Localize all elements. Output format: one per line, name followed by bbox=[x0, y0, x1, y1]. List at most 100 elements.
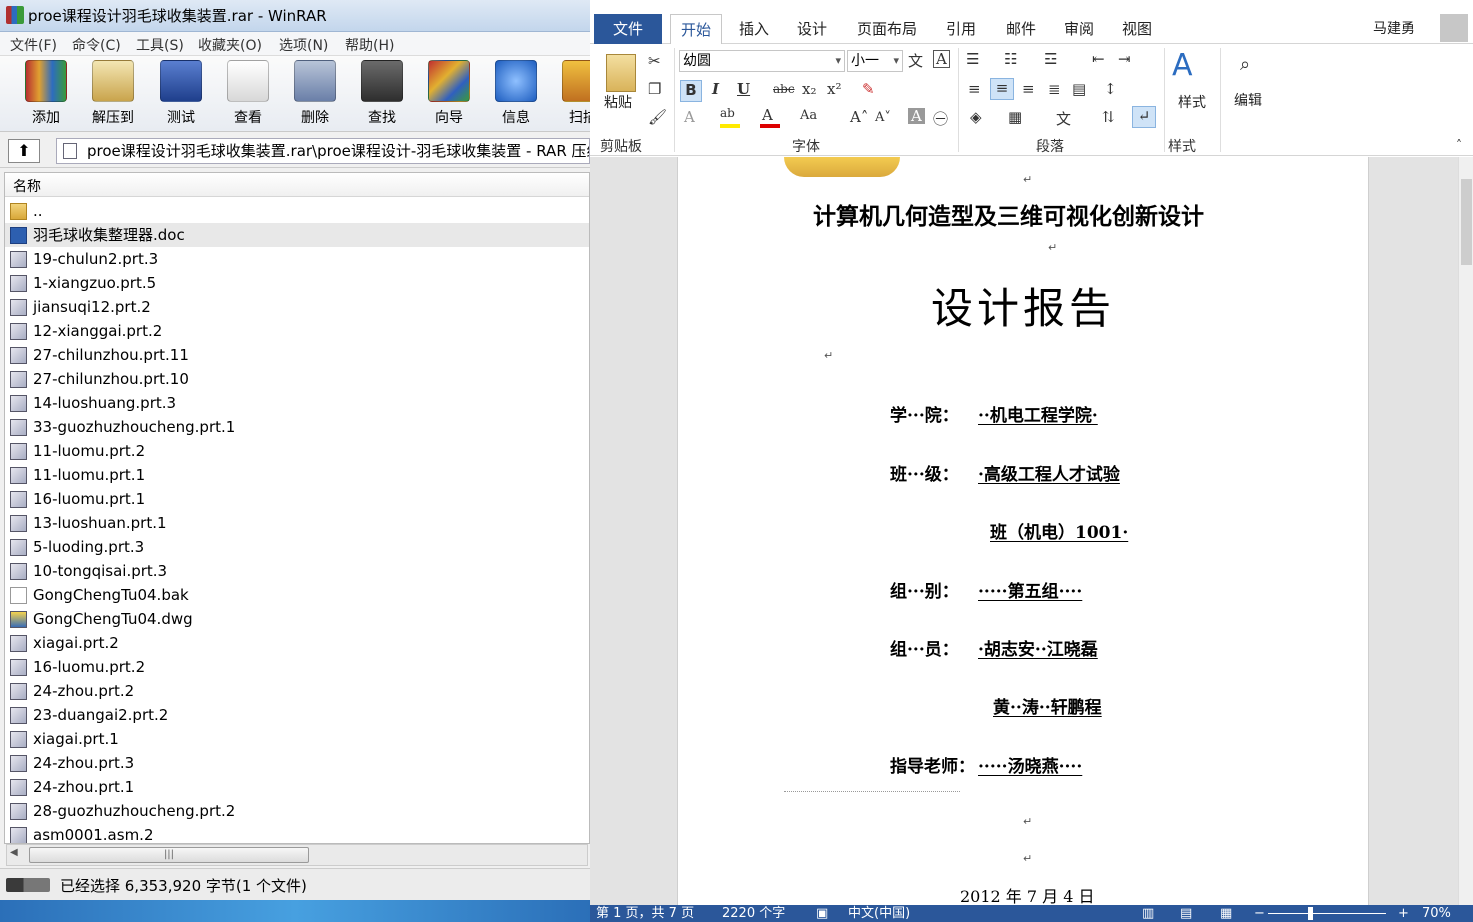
strikethrough-icon[interactable]: abc bbox=[773, 82, 795, 96]
menu-favorites[interactable]: 收藏夹(O) bbox=[198, 35, 262, 55]
font-name-combo[interactable]: 幼圆 bbox=[679, 50, 845, 72]
shading-icon[interactable]: ◈ bbox=[970, 108, 982, 126]
file-list-item[interactable]: xiagai.prt.2 bbox=[5, 631, 589, 655]
highlight-icon[interactable]: ab bbox=[720, 106, 735, 120]
file-list-item[interactable]: 24-zhou.prt.3 bbox=[5, 751, 589, 775]
document-page[interactable]: ↵ 计算机几何造型及三维可视化创新设计 ↵ 设计报告 ↵ 学···院： ··机电… bbox=[677, 157, 1369, 906]
file-list-item[interactable]: 1-xiangzuo.prt.5 bbox=[5, 271, 589, 295]
tab-insert[interactable]: 插入 bbox=[739, 18, 769, 39]
superscript-icon[interactable]: x² bbox=[827, 80, 841, 98]
clear-formatting-icon[interactable]: ✎ bbox=[862, 80, 875, 98]
zoom-in-icon[interactable]: + bbox=[1398, 905, 1409, 922]
file-list-item[interactable]: asm0001.asm.2 bbox=[5, 823, 589, 843]
file-list-item[interactable]: 19-chulun2.prt.3 bbox=[5, 247, 589, 271]
distributed-icon[interactable]: ▤ bbox=[1072, 80, 1086, 98]
phonetic-guide-icon[interactable]: 文 bbox=[908, 50, 923, 71]
decrease-indent-icon[interactable]: ⇤ bbox=[1092, 50, 1105, 68]
find-button[interactable]: 查找 bbox=[351, 60, 413, 128]
file-list-item[interactable]: jiansuqi12.prt.2 bbox=[5, 295, 589, 319]
file-list-item[interactable]: 羽毛球收集整理器.doc bbox=[5, 223, 589, 247]
page-count[interactable]: 第 1 页，共 7 页 bbox=[596, 905, 694, 922]
tab-design[interactable]: 设计 bbox=[797, 18, 827, 39]
tab-home[interactable]: 开始 bbox=[670, 14, 723, 45]
file-list-item[interactable]: xiagai.prt.1 bbox=[5, 727, 589, 751]
menu-command[interactable]: 命令(C) bbox=[72, 35, 121, 55]
web-layout-icon[interactable]: ▦ bbox=[1220, 905, 1232, 922]
file-list-item[interactable]: 11-luomu.prt.2 bbox=[5, 439, 589, 463]
menu-file[interactable]: 文件(F) bbox=[10, 35, 57, 55]
tab-view[interactable]: 视图 bbox=[1122, 18, 1152, 39]
font-size-combo[interactable]: 小一 bbox=[847, 50, 903, 72]
line-spacing-icon[interactable]: ↕ bbox=[1104, 80, 1117, 98]
italic-icon[interactable]: I bbox=[712, 80, 719, 98]
delete-button[interactable]: 删除 bbox=[284, 60, 346, 128]
grow-font-icon[interactable]: A˄ bbox=[850, 108, 868, 126]
scrollbar-thumb[interactable] bbox=[1461, 179, 1472, 265]
file-list-item[interactable]: 12-xianggai.prt.2 bbox=[5, 319, 589, 343]
file-list[interactable]: 名称 .. 羽毛球收集整理器.doc 19-chulun2.prt.3 1-xiang… bbox=[4, 172, 590, 844]
increase-indent-icon[interactable]: ⇥ bbox=[1118, 50, 1131, 68]
file-list-item[interactable]: 28-guozhuzhoucheng.prt.2 bbox=[5, 799, 589, 823]
test-button[interactable]: 测试 bbox=[150, 60, 212, 128]
numbering-icon[interactable]: ☷ bbox=[1004, 50, 1017, 68]
file-list-item[interactable]: 10-tongqisai.prt.3 bbox=[5, 559, 589, 583]
scroll-left-icon[interactable]: ◀ bbox=[10, 847, 18, 858]
up-folder-button[interactable]: ⬆ bbox=[8, 139, 40, 163]
menu-tools[interactable]: 工具(S) bbox=[136, 35, 184, 55]
file-list-item[interactable]: 24-zhou.prt.1 bbox=[5, 775, 589, 799]
paste-icon[interactable] bbox=[606, 54, 636, 92]
shrink-font-icon[interactable]: A˅ bbox=[875, 110, 891, 125]
view-button[interactable]: 查看 bbox=[217, 60, 279, 128]
word-count[interactable]: 2220 个字 bbox=[722, 905, 785, 922]
info-button[interactable]: 信息 bbox=[485, 60, 547, 128]
read-mode-icon[interactable]: ▥ bbox=[1142, 905, 1154, 922]
file-list-item[interactable]: 5-luoding.prt.3 bbox=[5, 535, 589, 559]
show-marks-icon[interactable]: ↵ bbox=[1132, 106, 1156, 128]
font-color-icon[interactable]: A bbox=[762, 106, 773, 124]
multilevel-list-icon[interactable]: ☲ bbox=[1044, 50, 1057, 68]
add-button[interactable]: 添加 bbox=[15, 60, 77, 128]
proofing-icon[interactable]: ▣ bbox=[816, 905, 828, 922]
align-left-icon[interactable]: ≡ bbox=[968, 80, 981, 98]
extract-to-button[interactable]: 解压到 bbox=[82, 60, 144, 128]
tab-references[interactable]: 引用 bbox=[946, 18, 976, 39]
change-case-icon[interactable]: Aa bbox=[800, 108, 817, 123]
sort-icon[interactable]: ⇅ bbox=[1102, 108, 1115, 126]
file-list-item[interactable]: 23-duangai2.prt.2 bbox=[5, 703, 589, 727]
horizontal-scrollbar[interactable]: ◀ ||| bbox=[6, 844, 588, 866]
word-title-bar[interactable] bbox=[590, 0, 1473, 10]
copy-icon[interactable]: ❐ bbox=[648, 80, 661, 98]
scan-button[interactable]: 扫描 bbox=[552, 60, 590, 128]
zoom-level[interactable]: 70% bbox=[1422, 905, 1451, 922]
file-list-item[interactable]: 24-zhou.prt.2 bbox=[5, 679, 589, 703]
collapse-ribbon-icon[interactable]: ˄ bbox=[1456, 138, 1462, 152]
file-list-item[interactable]: 27-chilunzhou.prt.11 bbox=[5, 343, 589, 367]
char-border-icon[interactable]: A bbox=[933, 50, 950, 68]
find-binoculars-icon[interactable]: ⌕ bbox=[1240, 54, 1250, 75]
text-effects-icon[interactable]: A bbox=[684, 108, 695, 126]
tab-mailings[interactable]: 邮件 bbox=[1006, 18, 1036, 39]
zoom-out-icon[interactable]: − bbox=[1254, 905, 1265, 922]
language[interactable]: 中文(中国) bbox=[848, 905, 910, 922]
file-list-item[interactable]: 27-chilunzhou.prt.10 bbox=[5, 367, 589, 391]
name-column-header[interactable]: 名称 bbox=[5, 173, 589, 197]
file-list-item[interactable]: GongChengTu04.bak bbox=[5, 583, 589, 607]
subscript-icon[interactable]: x₂ bbox=[802, 80, 816, 98]
bold-icon[interactable]: B bbox=[680, 80, 702, 102]
chinese-layout-icon[interactable]: 文 bbox=[1056, 108, 1071, 129]
vertical-scrollbar[interactable] bbox=[1458, 157, 1473, 905]
file-list-item[interactable]: GongChengTu04.dwg bbox=[5, 607, 589, 631]
enclose-char-icon[interactable]: ㊀ bbox=[933, 108, 948, 129]
bullets-icon[interactable]: ☰ bbox=[966, 50, 979, 68]
menu-options[interactable]: 选项(N) bbox=[279, 35, 328, 55]
file-list-item[interactable]: 16-luomu.prt.2 bbox=[5, 655, 589, 679]
scrollbar-thumb[interactable]: ||| bbox=[29, 847, 309, 863]
file-list-item[interactable]: 16-luomu.prt.1 bbox=[5, 487, 589, 511]
underline-icon[interactable]: U bbox=[737, 80, 750, 98]
format-painter-icon[interactable]: 🖌 bbox=[648, 108, 667, 126]
file-list-item[interactable]: .. bbox=[5, 199, 589, 223]
justify-icon[interactable]: ≣ bbox=[1048, 80, 1061, 98]
borders-icon[interactable]: ▦ bbox=[1008, 108, 1022, 126]
file-list-item[interactable]: 33-guozhuzhoucheng.prt.1 bbox=[5, 415, 589, 439]
wizard-button[interactable]: 向导 bbox=[418, 60, 480, 128]
